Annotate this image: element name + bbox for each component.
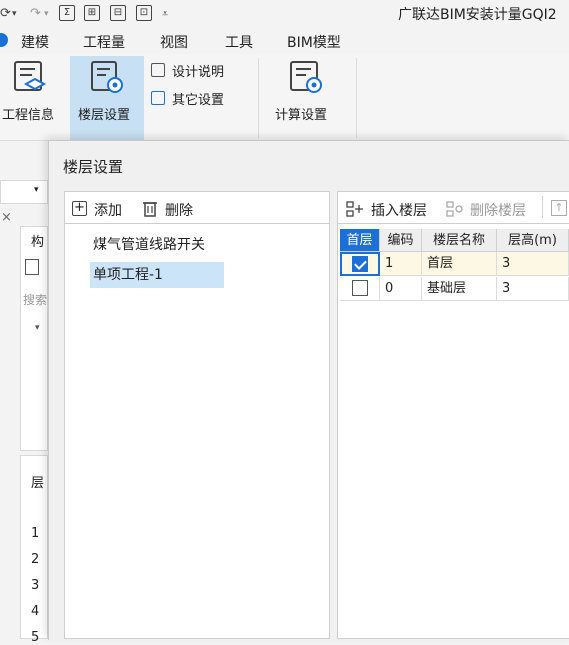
floor-row-number[interactable]: 3	[31, 578, 39, 593]
move-up-icon[interactable]: ↑	[551, 200, 567, 216]
redo-icon[interactable]: ↷	[30, 4, 41, 24]
floor-settings-button[interactable]: 楼层设置	[70, 56, 144, 140]
project-info-button[interactable]: 工程信息	[0, 56, 68, 140]
floor-settings-label: 楼层设置	[78, 108, 131, 123]
file-menu-icon[interactable]	[0, 33, 8, 47]
redo-dropdown-icon[interactable]: ⟳	[0, 4, 11, 24]
insert-floor-icon	[346, 201, 363, 217]
dropdown-arrow-icon[interactable]: ▾	[12, 4, 17, 24]
customize-arrow-icon[interactable]: ⩡	[162, 4, 168, 24]
dropdown-arrow-icon[interactable]: ▾	[44, 4, 49, 24]
grid-icon[interactable]: ⊞	[84, 5, 100, 21]
grid-cell-floor-height[interactable]: 3	[497, 252, 569, 276]
delete-label: 删除	[165, 203, 193, 219]
menu-modeling[interactable]: 建模	[21, 32, 49, 52]
ribbon-separator	[356, 58, 357, 138]
app-title: 广联达BIM安装计量GQI2	[398, 7, 557, 23]
grid-cell-floor-name[interactable]: 基础层	[422, 277, 497, 301]
add-button[interactable]: + 添加	[72, 199, 130, 219]
delete-floor-button[interactable]: 删除楼层	[446, 199, 536, 219]
column-header-code[interactable]: 编码	[380, 229, 422, 252]
delete-button[interactable]: 删除	[142, 199, 200, 219]
component-header: 构	[31, 235, 45, 250]
project-info-icon	[14, 61, 47, 91]
design-notes-label: 设计说明	[172, 65, 225, 80]
calc-settings-button[interactable]: 计算设置	[268, 56, 348, 140]
dropdown-arrow-icon: ▾	[34, 185, 39, 195]
design-notes-button[interactable]: 设计说明	[150, 60, 250, 80]
close-pane-button[interactable]: ×	[0, 210, 14, 230]
toolbar-separator	[542, 196, 543, 218]
other-settings-button[interactable]: 其它设置	[150, 88, 250, 108]
first-floor-cell[interactable]	[340, 277, 380, 301]
trash-icon	[143, 202, 157, 217]
add-icon: +	[72, 201, 87, 216]
floor-dropdown[interactable]: ▾	[0, 180, 48, 204]
first-floor-cell[interactable]	[340, 252, 380, 276]
floor-row-number[interactable]: 4	[31, 604, 39, 619]
delete-floor-label: 删除楼层	[470, 203, 526, 219]
delete-floor-icon	[446, 201, 463, 217]
floor-row-number[interactable]: 5	[31, 630, 39, 645]
other-settings-label: 其它设置	[172, 93, 225, 108]
floor-list-panel: 层 1 2 3 4 5	[20, 455, 48, 645]
layer-icon[interactable]: ⊡	[136, 5, 152, 21]
tree-item-unit-project[interactable]: 单项工程-1	[90, 262, 224, 288]
menu-tools[interactable]: 工具	[225, 32, 253, 52]
floor-header: 层	[31, 476, 45, 491]
sum-icon[interactable]: Σ	[59, 5, 75, 21]
insert-floor-label: 插入楼层	[371, 203, 427, 219]
column-header-floor-height[interactable]: 层高(m)	[497, 229, 569, 252]
floor-settings-icon	[91, 61, 123, 93]
floor-row-number[interactable]: 2	[31, 552, 39, 567]
component-list-panel: 构 搜索 ▾	[20, 226, 48, 451]
add-label: 添加	[94, 203, 122, 219]
project-info-label: 工程信息	[2, 108, 55, 123]
menu-view[interactable]: 视图	[160, 32, 188, 52]
first-floor-checkbox-checked[interactable]	[352, 256, 368, 272]
other-settings-icon	[151, 91, 165, 105]
ribbon-separator	[258, 58, 259, 138]
new-component-icon[interactable]	[25, 259, 39, 275]
column-header-floor-name[interactable]: 楼层名称	[422, 229, 497, 252]
calc-settings-icon	[290, 61, 322, 93]
insert-floor-button[interactable]: 插入楼层	[346, 199, 436, 219]
grid-cell-code[interactable]: 0	[380, 277, 422, 301]
dialog-title: 楼层设置	[63, 158, 124, 176]
dropdown-arrow-icon[interactable]: ▾	[35, 323, 40, 333]
menu-bim-model[interactable]: BIM模型	[287, 32, 341, 52]
grid-cell-floor-height[interactable]: 3	[497, 277, 569, 301]
tree-item-project[interactable]: 煤气管道线路开关	[90, 232, 208, 258]
grid-cell-floor-name[interactable]: 首层	[422, 252, 497, 276]
design-notes-icon	[151, 63, 165, 77]
menu-quantity[interactable]: 工程量	[83, 32, 125, 52]
close-icon: ×	[1, 210, 12, 225]
table-icon[interactable]: ⊟	[110, 5, 126, 21]
floor-row-number[interactable]: 1	[31, 526, 39, 541]
search-input[interactable]: 搜索	[23, 291, 47, 308]
first-floor-checkbox-unchecked[interactable]	[352, 280, 368, 296]
calc-settings-label: 计算设置	[275, 108, 328, 123]
grid-cell-code[interactable]: 1	[380, 252, 422, 276]
column-header-first-floor[interactable]: 首层	[340, 229, 380, 252]
